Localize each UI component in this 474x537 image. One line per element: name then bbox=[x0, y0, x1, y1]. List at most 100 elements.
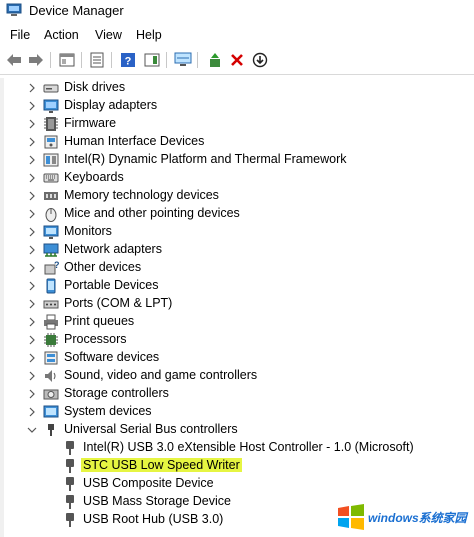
usb-device-icon bbox=[66, 459, 74, 473]
device-list-button[interactable] bbox=[87, 50, 107, 70]
monitor-scan-icon bbox=[174, 52, 192, 66]
tree-category-disk-drive[interactable]: Disk drives bbox=[0, 79, 474, 97]
tree-category-hid[interactable]: Human Interface Devices bbox=[0, 133, 474, 151]
usb-device-row[interactable]: Intel(R) USB 3.0 eXtensible Host Control… bbox=[0, 439, 474, 457]
mouse-icon bbox=[45, 208, 57, 222]
update-driver-icon bbox=[210, 53, 220, 67]
menu-help[interactable]: Help bbox=[136, 28, 162, 42]
tree-category-label: Software devices bbox=[64, 350, 160, 364]
chevron-right-icon[interactable] bbox=[26, 244, 38, 256]
chevron-right-icon[interactable] bbox=[26, 208, 38, 220]
uninstall-x-icon bbox=[231, 54, 243, 66]
usb-device-icon bbox=[66, 495, 74, 509]
menu-view[interactable]: View bbox=[95, 28, 122, 42]
storage-controller-icon bbox=[43, 389, 59, 400]
chevron-right-icon[interactable] bbox=[26, 388, 38, 400]
usb-device-label-highlighted: STC USB Low Speed Writer bbox=[81, 458, 242, 472]
uninstall-button[interactable] bbox=[227, 50, 247, 70]
tree-category-network-adapter[interactable]: Network adapters bbox=[0, 241, 474, 259]
tree-category-label: Disk drives bbox=[64, 80, 126, 94]
tree-category-label: Other devices bbox=[64, 260, 142, 274]
chevron-right-icon[interactable] bbox=[26, 334, 38, 346]
usb-device-icon bbox=[66, 441, 74, 455]
keyboard-icon bbox=[43, 173, 59, 183]
help-button[interactable]: ? bbox=[118, 50, 138, 70]
update-driver-button[interactable] bbox=[205, 50, 225, 70]
chevron-right-icon[interactable] bbox=[26, 370, 38, 382]
windows-logo-icon bbox=[338, 504, 364, 530]
tree-category-label: Keyboards bbox=[64, 170, 124, 184]
forward-button[interactable] bbox=[26, 50, 46, 70]
tree-category-label: Human Interface Devices bbox=[64, 134, 205, 148]
tree-category-monitor[interactable]: Monitors bbox=[0, 223, 474, 241]
chevron-right-icon[interactable] bbox=[26, 352, 38, 364]
tree-category-label: Print queues bbox=[64, 314, 135, 328]
tree-category-label: Firmware bbox=[64, 116, 117, 130]
chevron-right-icon[interactable] bbox=[26, 280, 38, 292]
properties-button[interactable] bbox=[57, 50, 77, 70]
tree-category-memory[interactable]: Memory technology devices bbox=[0, 187, 474, 205]
device-tree: Disk drives Display adapters Firmware Human… bbox=[0, 78, 474, 537]
tree-category-display-adapter[interactable]: Display adapters bbox=[0, 97, 474, 115]
device-manager-icon bbox=[6, 3, 22, 16]
usb-device-label: USB Composite Device bbox=[83, 476, 214, 490]
chevron-right-icon[interactable] bbox=[26, 316, 38, 328]
monitor-icon bbox=[43, 225, 59, 239]
tree-category-printer[interactable]: Print queues bbox=[0, 313, 474, 331]
disable-device-button[interactable] bbox=[250, 50, 270, 70]
action-pane-icon bbox=[144, 53, 160, 67]
chevron-right-icon[interactable] bbox=[26, 190, 38, 202]
tree-category-intel-platform[interactable]: Intel(R) Dynamic Platform and Thermal Fr… bbox=[0, 151, 474, 169]
disk-drive-icon bbox=[43, 84, 59, 93]
menu-file[interactable]: File bbox=[10, 28, 30, 42]
tree-category-software-device[interactable]: Software devices bbox=[0, 349, 474, 367]
disable-device-icon bbox=[252, 52, 268, 68]
tree-category-storage-controller[interactable]: Storage controllers bbox=[0, 385, 474, 403]
chevron-right-icon[interactable] bbox=[26, 136, 38, 148]
tree-category-processor[interactable]: Processors bbox=[0, 331, 474, 349]
tree-category-usb[interactable]: Universal Serial Bus controllers bbox=[0, 421, 474, 439]
chevron-right-icon[interactable] bbox=[26, 154, 38, 166]
tree-category-portable-device[interactable]: Portable Devices bbox=[0, 277, 474, 295]
usb-icon bbox=[48, 424, 54, 436]
hid-icon bbox=[44, 135, 58, 149]
chevron-right-icon[interactable] bbox=[26, 262, 38, 274]
usb-device-row[interactable]: STC USB Low Speed Writer bbox=[0, 457, 474, 475]
chevron-right-icon[interactable] bbox=[26, 298, 38, 310]
chevron-right-icon[interactable] bbox=[26, 226, 38, 238]
chevron-down-icon[interactable] bbox=[26, 424, 38, 436]
tree-category-firmware[interactable]: Firmware bbox=[0, 115, 474, 133]
action-pane-button[interactable] bbox=[142, 50, 162, 70]
chevron-right-icon[interactable] bbox=[26, 82, 38, 94]
tree-category-other-devices[interactable]: ? Other devices bbox=[0, 259, 474, 277]
intel-platform-icon bbox=[43, 153, 59, 167]
watermark: windows系统家园 bbox=[336, 500, 467, 534]
printer-icon bbox=[44, 314, 58, 330]
toolbar: ? bbox=[0, 49, 474, 71]
chevron-right-icon[interactable] bbox=[26, 172, 38, 184]
chevron-right-icon[interactable] bbox=[26, 100, 38, 112]
watermark-text: windows系统家园 bbox=[368, 511, 467, 525]
title-bar: Device Manager bbox=[0, 0, 474, 22]
other-devices-icon: ? bbox=[44, 260, 59, 275]
tree-category-label: Display adapters bbox=[64, 98, 158, 112]
tree-category-label: Sound, video and game controllers bbox=[64, 368, 258, 382]
tree-category-mouse[interactable]: Mice and other pointing devices bbox=[0, 205, 474, 223]
properties-window-icon bbox=[59, 53, 75, 67]
window-title: Device Manager bbox=[29, 3, 124, 18]
tree-category-system-device[interactable]: System devices bbox=[0, 403, 474, 421]
chevron-right-icon[interactable] bbox=[26, 118, 38, 130]
firmware-icon bbox=[44, 117, 58, 131]
chevron-right-icon[interactable] bbox=[26, 406, 38, 418]
back-button[interactable] bbox=[4, 50, 24, 70]
scan-hardware-button[interactable] bbox=[173, 50, 193, 70]
help-icon: ? bbox=[121, 53, 135, 68]
device-list-icon bbox=[90, 52, 104, 68]
forward-arrow-icon bbox=[29, 54, 43, 66]
tree-category-speaker[interactable]: Sound, video and game controllers bbox=[0, 367, 474, 385]
tree-category-keyboard[interactable]: Keyboards bbox=[0, 169, 474, 187]
menu-action[interactable]: Action bbox=[44, 28, 79, 42]
usb-device-row[interactable]: USB Composite Device bbox=[0, 475, 474, 493]
tree-category-label: Storage controllers bbox=[64, 386, 169, 400]
tree-category-port[interactable]: Ports (COM & LPT) bbox=[0, 295, 474, 313]
